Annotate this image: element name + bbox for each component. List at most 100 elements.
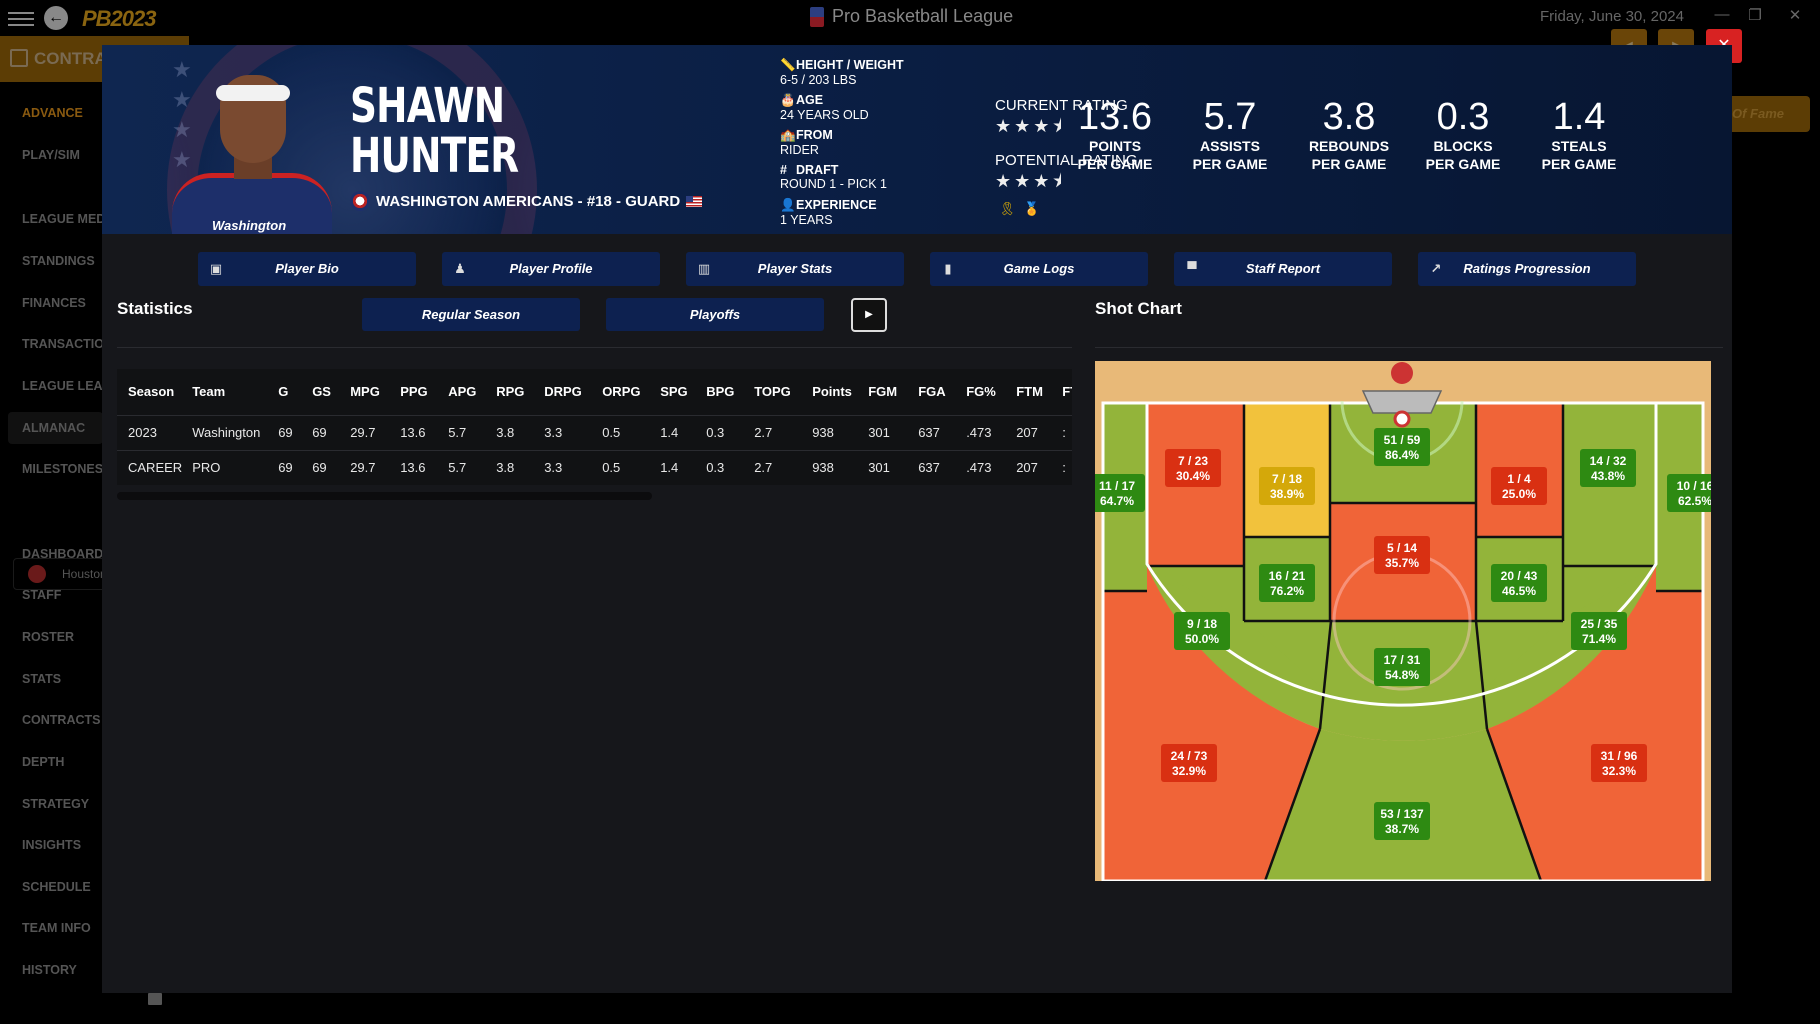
column-header-topg[interactable]: TOPG [754,369,812,415]
bar-chart-icon: ▥ [697,261,711,276]
hamburger-menu-icon[interactable] [8,8,34,28]
shot-chart-title: Shot Chart [1095,299,1182,318]
sidebar-item-standings[interactable]: STANDINGS [22,254,102,268]
sidebar-item-stats[interactable]: STATS [22,672,102,686]
zone-percentage: 38.9% [1270,487,1304,501]
column-header-gs[interactable]: GS [312,369,350,415]
table-row[interactable]: CAREER PRO 69 69 29.7 13.6 5.7 3.8 3.3 0.5 1.4 0.3 2… [117,449,1072,485]
zone-percentage: 71.4% [1582,632,1616,646]
archive-icon[interactable] [148,993,162,1005]
tab-game-logs[interactable]: ▮ Game Logs [930,252,1148,286]
zone-made-attempts: 51 / 59 [1384,433,1421,447]
sidebar-item-play-sim[interactable]: PLAY/SIM [22,148,102,162]
team-selector[interactable]: Houston [13,558,108,590]
sidebar-item-dashboard[interactable]: DASHBOARD [22,547,102,561]
tab-player-profile[interactable]: ♟ Player Profile [442,252,660,286]
stat-label: ASSISTS [1200,138,1260,154]
sidebar-item-contracts[interactable]: CONTRACTS [22,713,102,727]
table-row[interactable]: 2023 Washington 69 69 29.7 13.6 5.7 3.8 3.3 0.5 1.… [117,414,1072,450]
sidebar-item-schedule[interactable]: SCHEDULE [22,880,102,894]
hash-icon: # [780,163,787,177]
jersey-text: Washington [212,218,287,233]
jersey: Washington [172,173,332,234]
zone-made-attempts: 9 / 18 [1187,617,1217,631]
minimize-icon[interactable]: — [1710,6,1734,28]
team-line-text: WASHINGTON AMERICANS - #18 - GUARD [376,193,681,210]
bio-key: 🏫FROM [780,128,904,143]
zone-percentage: 25.0% [1502,487,1536,501]
column-header-fgm[interactable]: FGM [868,369,918,415]
tab-staff-report[interactable]: ▀ Staff Report [1174,252,1392,286]
sidebar-item-history[interactable]: HISTORY [22,963,102,977]
zone-percentage: 54.8% [1385,668,1419,682]
zone-percentage: 35.7% [1385,556,1419,570]
column-header-season[interactable]: Season [117,369,192,415]
table-cell: : [1062,449,1072,485]
stat-label: STEALS [1551,138,1607,154]
table-cell: 2.7 [754,414,813,450]
next-page-button[interactable]: ▶ [851,298,887,332]
sidebar-item-league-leaders[interactable]: LEAGUE LEADERS [22,379,102,393]
sidebar-item-roster[interactable]: ROSTER [22,630,102,644]
table-cell: 29.7 [350,449,401,485]
tab-player-stats[interactable]: ▥ Player Stats [686,252,904,286]
table-cell: 3.8 [496,414,545,450]
column-header-points[interactable]: Points [812,369,868,415]
headband [216,85,290,101]
team-name: Houston [62,567,107,581]
zone-made-attempts: 53 / 137 [1380,807,1424,821]
restore-icon[interactable]: ❐ [1743,6,1767,28]
per-game-steals: 1.4 STEALS PER GAME [1519,97,1639,173]
column-header-spg[interactable]: SPG [660,369,706,415]
stat-sublabel: PER GAME [1192,156,1268,172]
sidebar-item-almanac[interactable]: ALMANAC [22,421,102,435]
tab-player-bio[interactable]: ▣ Player Bio [198,252,416,286]
table-header-row: Season Team G GS MPG PPG APG RPG DRPG ORPG SPG BPG T… [117,369,1072,415]
playoffs-button[interactable]: Playoffs [606,298,824,331]
first-name: SHAWN [350,78,505,134]
stat-sublabel: PER GAME [1311,156,1387,172]
sidebar-item-advance[interactable]: ADVANCE [22,106,102,120]
bio-key: 📏HEIGHT / WEIGHT [780,58,904,73]
stat-label: BLOCKS [1433,138,1493,154]
stat-value: 13.6 [1078,96,1152,138]
per-game-points: 13.6 POINTS PER GAME [1055,97,1175,173]
sidebar-item-milestones[interactable]: MILESTONES [22,462,102,476]
column-header-fta[interactable]: FTA [1062,369,1072,415]
column-header-mpg[interactable]: MPG [350,369,400,415]
sidebar-item-league-media[interactable]: LEAGUE MEDIA [22,212,102,226]
bio-draft: # DRAFT ROUND 1 - PICK 1 [780,163,904,198]
column-header-fga[interactable]: FGA [918,369,966,415]
sidebar-item-transactions[interactable]: TRANSACTIONS [22,337,102,351]
column-header-ppg[interactable]: PPG [400,369,448,415]
award-icons[interactable]: 🎗🏅 [999,201,1048,217]
sidebar-item-insights[interactable]: INSIGHTS [22,838,102,852]
column-header-orpg[interactable]: ORPG [602,369,660,415]
tab-ratings-progression[interactable]: ↗ Ratings Progression [1418,252,1636,286]
column-header-bpg[interactable]: BPG [706,369,754,415]
sidebar-item-finances[interactable]: FINANCES [22,296,102,310]
stat-sublabel: PER GAME [1425,156,1501,172]
horizontal-scrollbar[interactable] [117,492,652,500]
back-arrow-icon[interactable]: ← [44,6,68,30]
bio-value: 1 YEARS [780,213,833,227]
column-header-ftm[interactable]: FTM [1016,369,1062,415]
sidebar-item-depth[interactable]: DEPTH [22,755,102,769]
sidebar-item-strategy[interactable]: STRATEGY [22,797,102,811]
column-header-drpg[interactable]: DRPG [544,369,602,415]
sidebar-item-staff[interactable]: STAFF [22,588,102,602]
column-header-team[interactable]: Team [192,369,278,415]
zone-percentage: 86.4% [1385,448,1419,462]
regular-season-button[interactable]: Regular Season [362,298,580,331]
last-name: HUNTER [350,128,519,184]
close-window-icon[interactable]: ✕ [1783,6,1807,28]
column-header-fg-pct[interactable]: FG% [966,369,1016,415]
sidebar-item-team-info[interactable]: TEAM INFO [22,921,102,935]
column-header-apg[interactable]: APG [448,369,496,415]
column-header-g[interactable]: G [278,369,312,415]
column-header-rpg[interactable]: RPG [496,369,544,415]
hall-of-fame-button[interactable]: Of Fame [1720,96,1810,132]
bio-key-text: AGE [796,93,824,107]
app-title: Pro Basketball League [810,6,1013,28]
table-cell: : [1062,414,1072,450]
